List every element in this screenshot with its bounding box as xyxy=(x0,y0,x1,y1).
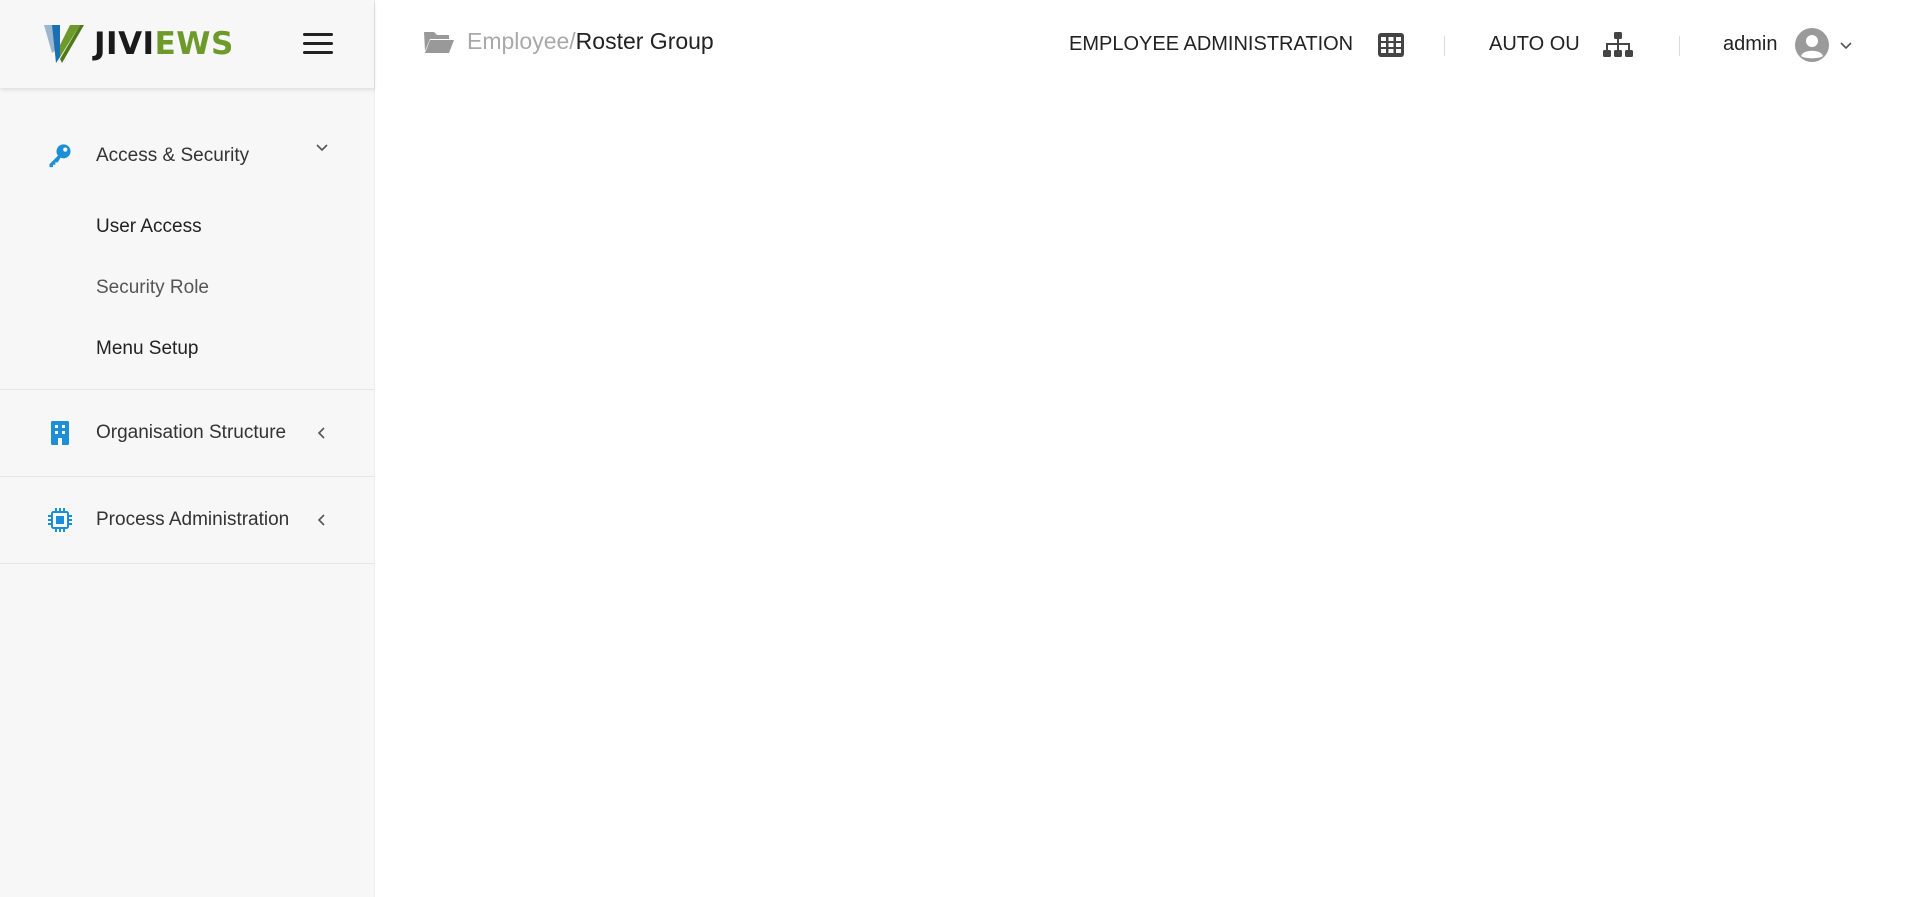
sidebar-item-label: Process Administration xyxy=(96,509,290,530)
sidebar-item-menu-setup[interactable]: Menu Setup xyxy=(0,318,374,379)
chevron-down-icon xyxy=(315,140,329,154)
logo-bar: JIVIEWS xyxy=(0,0,374,88)
org-unit-label: AUTO OU xyxy=(1489,33,1580,55)
sidebar-item-access-security[interactable]: Access & Security xyxy=(0,88,374,206)
sidebar-item-label: Access & Security xyxy=(96,145,250,166)
brand-name-part2: EWS xyxy=(154,26,234,62)
submenu-access-security: User Access Security Role Menu Setup xyxy=(0,196,374,389)
key-icon xyxy=(45,141,75,171)
logo-mark-icon xyxy=(44,25,84,63)
chevron-down-icon xyxy=(1840,41,1853,49)
sidebar: JIVIEWS Access & Security User Access Se… xyxy=(0,0,375,897)
org-chart-icon xyxy=(1602,31,1633,57)
user-name: admin xyxy=(1723,33,1778,55)
sidebar-nav: Access & Security User Access Security R… xyxy=(0,88,374,564)
folder-open-icon xyxy=(424,31,454,53)
user-menu[interactable]: admin xyxy=(1723,0,1853,89)
module-label: EMPLOYEE ADMINISTRATION xyxy=(1069,33,1354,55)
sidebar-item-label: Organisation Structure xyxy=(96,422,287,443)
brand-logo[interactable]: JIVIEWS xyxy=(40,23,234,65)
chevron-left-icon xyxy=(315,513,329,527)
nav-group-access-security: Access & Security User Access Security R… xyxy=(0,88,374,390)
avatar-icon xyxy=(1795,27,1830,62)
chip-icon xyxy=(45,505,75,535)
header-divider xyxy=(1679,36,1680,56)
chevron-left-icon xyxy=(315,426,329,440)
sidebar-item-process-administration[interactable]: Process Administration xyxy=(0,477,374,563)
header-divider xyxy=(1444,36,1445,56)
org-unit-switcher[interactable]: AUTO OU xyxy=(1489,0,1634,89)
menu-toggle-icon[interactable] xyxy=(303,33,333,55)
breadcrumb-parent[interactable]: Employee xyxy=(467,28,569,55)
sidebar-item-organisation-structure[interactable]: Organisation Structure xyxy=(0,390,374,476)
grid-table-icon xyxy=(1378,32,1405,57)
main-content xyxy=(375,89,1920,897)
top-header: Employee / Roster Group EMPLOYEE ADMINISTR… xyxy=(375,0,1920,89)
brand-name-part1: JIVI xyxy=(94,26,155,62)
nav-group-organisation-structure: Organisation Structure xyxy=(0,390,374,477)
building-icon xyxy=(45,418,75,448)
breadcrumb-current: Roster Group xyxy=(575,28,714,54)
brand-name: JIVIEWS xyxy=(94,26,234,62)
module-switcher[interactable]: EMPLOYEE ADMINISTRATION xyxy=(1069,0,1405,89)
breadcrumb: Employee / Roster Group xyxy=(423,28,714,55)
nav-group-process-administration: Process Administration xyxy=(0,477,374,564)
sidebar-item-security-role[interactable]: Security Role xyxy=(0,257,374,318)
